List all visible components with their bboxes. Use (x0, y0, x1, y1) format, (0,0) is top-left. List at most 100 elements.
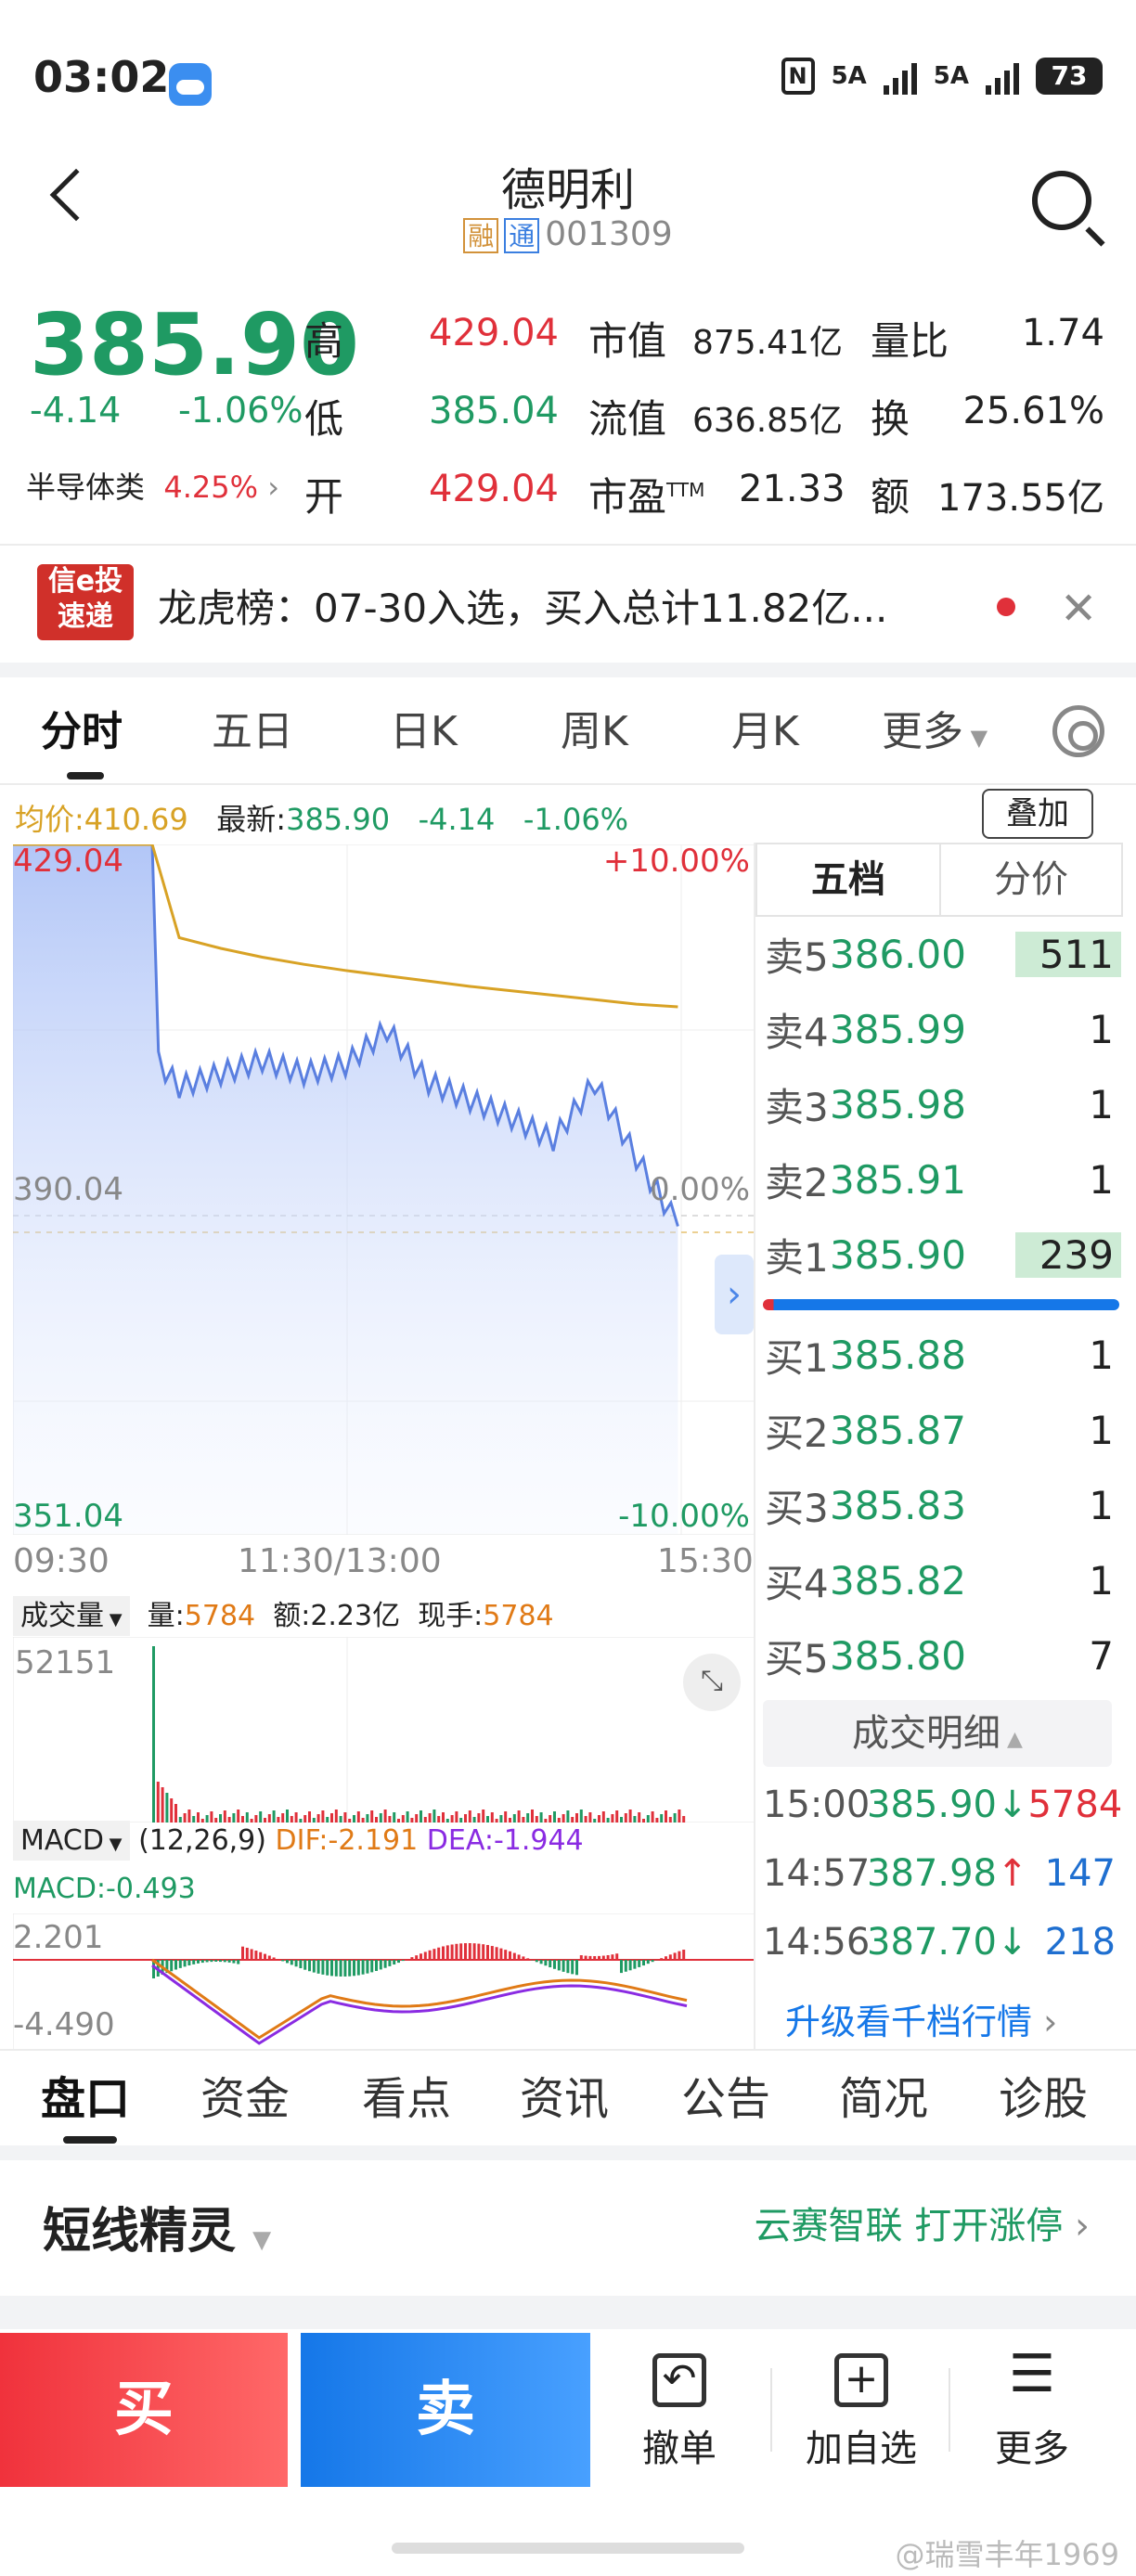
tab-price-distribution[interactable]: 分价 (939, 844, 1121, 915)
mktcap-label: 市值 (588, 318, 667, 364)
volratio-label: 量比 (871, 318, 949, 364)
battery-icon: 73 (1036, 58, 1103, 95)
amount-label: 额 (871, 474, 910, 520)
pe-value: 21.33 (739, 468, 846, 510)
status-time: 03:02 (33, 52, 170, 102)
ask-price: 385.99 (830, 1006, 966, 1052)
bid-row-3[interactable]: 买3 385.83 1 (765, 1468, 1121, 1542)
chevron-up-icon: ▲ (1000, 1728, 1023, 1751)
tab-five-levels[interactable]: 五档 (757, 844, 939, 915)
bid-row-2[interactable]: 买2 385.87 1 (765, 1393, 1121, 1467)
tab-more[interactable]: 更多 ▼ (882, 698, 988, 757)
bid-price: 385.83 (830, 1482, 966, 1528)
plus-icon: + (834, 2353, 888, 2407)
volume-header: 成交量 ▼ 量:5784 额:2.23亿 现手:5784 (13, 1592, 554, 1636)
volume-hand: 5784 (483, 1600, 554, 1632)
overlay-button[interactable]: 叠加 (982, 789, 1093, 839)
ask-row-1[interactable]: 卖5 386.00 511 (765, 917, 1121, 991)
sell-button[interactable]: 卖 (301, 2333, 590, 2487)
cancel-order-button[interactable]: ↶ 撤单 (596, 2353, 763, 2472)
bid-row-1[interactable]: 买1 385.88 1 (765, 1318, 1121, 1392)
bid-row-5[interactable]: 买5 385.80 7 (765, 1618, 1121, 1693)
sector-link[interactable]: 半导体类 4.25% › (26, 464, 279, 507)
macd-dropdown[interactable]: MACD ▼ (13, 1821, 130, 1861)
search-icon[interactable] (1032, 171, 1091, 230)
divider (0, 544, 1136, 546)
high-value: 429.04 (429, 312, 559, 354)
time-start: 09:30 (13, 1542, 110, 1580)
margin-tag: 融 (463, 218, 499, 253)
bid-volume: 1 (1089, 1557, 1114, 1604)
tab-profile[interactable]: 简况 (839, 2062, 928, 2127)
ask-row-2[interactable]: 卖4 385.99 1 (765, 992, 1121, 1066)
bid-volume: 7 (1089, 1632, 1114, 1679)
macd-dea: DEA:-1.944 (426, 1824, 584, 1857)
upgrade-link[interactable]: 升级看千档行情 › (785, 1993, 1057, 2044)
gear-icon[interactable] (1052, 705, 1104, 757)
tab-highlights[interactable]: 看点 (362, 2062, 451, 2127)
news-banner-text[interactable]: 龙虎榜：07-30入选，买入总计11.82亿... (158, 577, 887, 634)
short-term-spirit-title[interactable]: 短线精灵 ▼ (43, 2192, 271, 2261)
tab-handicap[interactable]: 盘口 (41, 2062, 130, 2127)
high-label: 高 (304, 318, 344, 364)
orderbook-header: 五档 分价 (755, 843, 1123, 917)
signal-icon (883, 58, 917, 95)
open-label: 开 (304, 474, 344, 520)
tab-five-day[interactable]: 五日 (212, 698, 293, 757)
home-indicator[interactable] (392, 2543, 744, 2554)
close-icon[interactable]: ✕ (1060, 583, 1097, 635)
ask-row-4[interactable]: 卖2 385.91 1 (765, 1142, 1121, 1217)
tab-monthly-k[interactable]: 月K (731, 698, 799, 757)
sector-name: 半导体类 (26, 470, 146, 505)
volume-amount: 2.23亿 (310, 1600, 401, 1632)
chevron-right-icon: › (267, 470, 279, 505)
time-end: 15:30 (657, 1542, 754, 1580)
volume-dropdown[interactable]: 成交量 ▼ (13, 1596, 130, 1636)
chart-top-pct: +10.00% (602, 843, 750, 880)
tab-daily-k[interactable]: 日K (390, 698, 458, 757)
trade-detail-toggle[interactable]: 成交明细 ▲ (763, 1700, 1112, 1767)
tab-diagnosis[interactable]: 诊股 (999, 2062, 1088, 2127)
latest-change: -4.14 (418, 802, 496, 837)
divider (754, 843, 755, 2049)
float-value: 636.85亿 (692, 402, 843, 440)
chevron-right-icon[interactable]: › (715, 1255, 754, 1334)
add-watchlist-button[interactable]: + 加自选 (778, 2353, 945, 2472)
tab-funds[interactable]: 资金 (200, 2062, 290, 2127)
chevron-down-icon: ▼ (963, 725, 988, 751)
trade-row: 15:00 385.90↓ 5784 (763, 1784, 1125, 1826)
macd-dif: DIF:-2.191 (275, 1824, 419, 1857)
bid-row-4[interactable]: 买4 385.82 1 (765, 1543, 1121, 1617)
float-label: 流值 (588, 396, 667, 442)
tab-weekly-k[interactable]: 周K (561, 698, 628, 757)
avg-price: 410.69 (84, 802, 188, 837)
trade-price: 387.70↓ (867, 1921, 1028, 1964)
more-button[interactable]: ☰ 更多 (949, 2349, 1116, 2472)
trade-time: 14:57 (763, 1852, 871, 1895)
trade-price: 387.98↑ (867, 1852, 1028, 1895)
buy-button[interactable]: 买 (0, 2333, 288, 2487)
chart-mid-pct: 0.00% (649, 1171, 750, 1208)
section-divider (0, 2145, 1136, 2160)
trade-volume: 5784 (1027, 1784, 1123, 1826)
status-icons: N 5A 5A 73 (781, 58, 1103, 95)
macd-top: 2.201 (13, 1919, 104, 1956)
macd-header: MACD ▼ (12,26,9) DIF:-2.191 DEA:-1.944 (13, 1821, 584, 1861)
bid-price: 385.88 (830, 1332, 966, 1378)
signal-icon-2 (986, 58, 1019, 95)
divider (0, 783, 1136, 785)
ask-level: 卖1 (765, 1234, 829, 1281)
spirit-latest[interactable]: 云赛智联 打开涨停 › (755, 2196, 1090, 2249)
intraday-chart[interactable] (13, 844, 755, 1535)
tab-announcements[interactable]: 公告 (681, 2062, 770, 2127)
trade-time: 15:00 (763, 1784, 871, 1826)
tab-news[interactable]: 资讯 (520, 2062, 609, 2127)
bid-level: 买4 (765, 1560, 829, 1606)
ask-row-5[interactable]: 卖1 385.90 239 (765, 1217, 1121, 1292)
expand-icon[interactable]: ⤡ (683, 1654, 741, 1711)
tab-intraday[interactable]: 分时 (41, 698, 123, 757)
ask-row-3[interactable]: 卖3 385.98 1 (765, 1067, 1121, 1141)
sector-pct: 4.25% (163, 470, 259, 505)
ask-level: 卖4 (765, 1009, 829, 1055)
stock-code: 001309 (545, 215, 673, 253)
